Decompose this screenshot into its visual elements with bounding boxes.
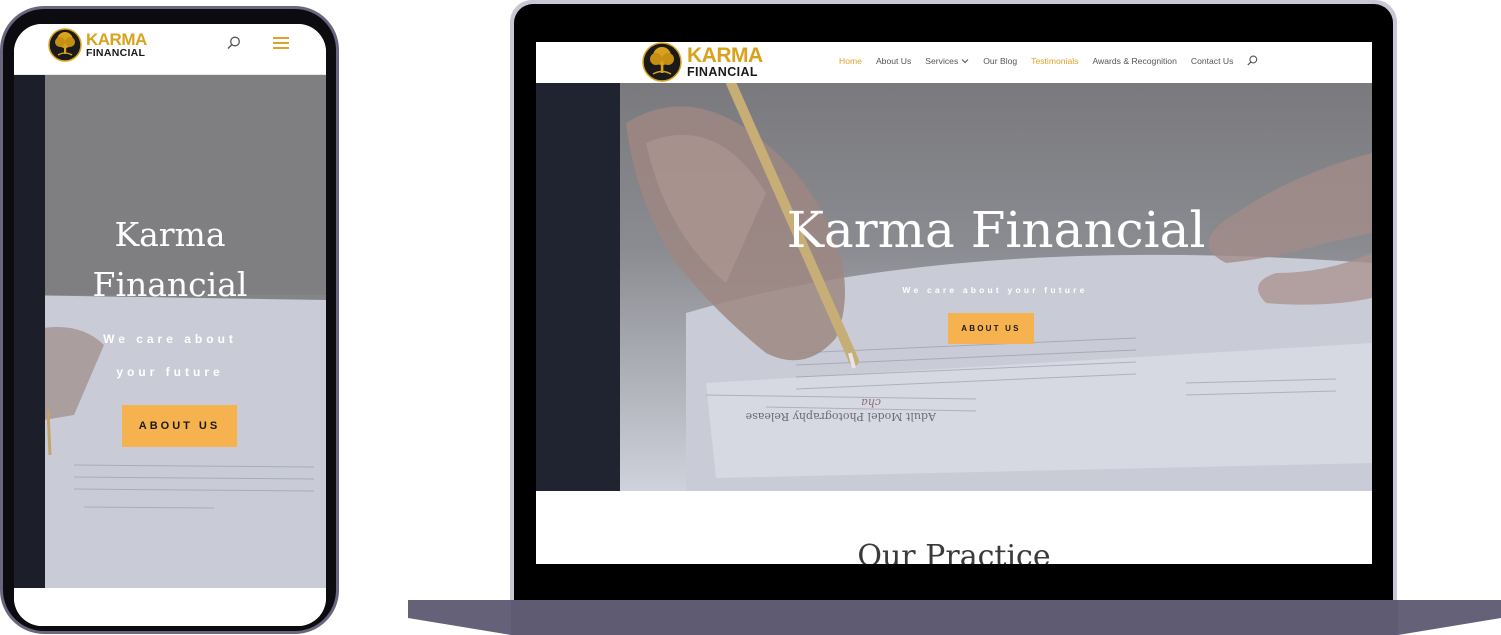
hero-title-line2: Financial: [92, 265, 248, 304]
hero-subtitle-line2: your future: [116, 365, 224, 379]
nav-item-services[interactable]: Services: [925, 56, 969, 66]
logo-text-financial: FINANCIAL: [687, 65, 758, 80]
mobile-header: KARMA FINANCIAL: [14, 24, 326, 75]
mobile-hero: Karma Financial We care about your futur…: [14, 75, 326, 588]
nav-item-contact-us[interactable]: Contact Us: [1191, 56, 1234, 66]
mobile-screen: KARMA FINANCIAL Karma Financial We care …: [14, 24, 326, 626]
desktop-content-section: Our Practice: [536, 491, 1372, 564]
nav-item-home[interactable]: Home: [839, 56, 862, 66]
nav-item-our-blog[interactable]: Our Blog: [983, 56, 1017, 66]
tree-emblem-icon: [48, 28, 82, 62]
logo-text-karma: KARMA: [687, 44, 763, 68]
hamburger-menu-icon[interactable]: [273, 36, 289, 50]
tree-emblem-icon: [642, 42, 682, 82]
desktop-hero: Adult Model Photography Release cha Karm…: [536, 83, 1372, 491]
about-us-button[interactable]: ABOUT US: [122, 405, 237, 447]
mobile-below-hero: [14, 588, 326, 626]
svg-text:Adult Model Photography Releas: Adult Model Photography Release: [746, 410, 937, 423]
mobile-device-frame: KARMA FINANCIAL Karma Financial We care …: [0, 6, 339, 634]
hero-subtitle: We care about your future: [902, 285, 1088, 295]
search-icon[interactable]: [227, 36, 241, 50]
nav-item-awards-recognition[interactable]: Awards & Recognition: [1092, 56, 1176, 66]
nav-item-testimonials[interactable]: Testimonials: [1031, 56, 1078, 66]
section-heading-our-practice: Our Practice: [857, 539, 1051, 564]
nav-item-about-us[interactable]: About Us: [876, 56, 911, 66]
main-navigation: Home About Us Services Our Blog Testimon…: [839, 55, 1258, 66]
nav-item-services-label: Services: [925, 55, 959, 66]
hero-subtitle-line1: We care about: [103, 332, 237, 346]
laptop-base: [408, 600, 1501, 635]
hero-title-line1: Karma: [114, 215, 226, 254]
search-icon[interactable]: [1247, 55, 1258, 66]
hero-title: Karma Financial: [786, 201, 1206, 259]
svg-text:cha: cha: [861, 396, 881, 409]
logo-text-karma: KARMA: [86, 30, 147, 50]
desktop-logo[interactable]: KARMA FINANCIAL: [642, 42, 763, 82]
mobile-logo[interactable]: KARMA FINANCIAL: [48, 28, 147, 62]
desktop-header: KARMA FINANCIAL Home About Us Services O…: [536, 42, 1372, 83]
desktop-screen: KARMA FINANCIAL Home About Us Services O…: [536, 42, 1372, 564]
logo-text-financial: FINANCIAL: [86, 47, 146, 60]
chevron-down-icon: [961, 58, 969, 63]
about-us-button[interactable]: ABOUT US: [948, 313, 1034, 344]
